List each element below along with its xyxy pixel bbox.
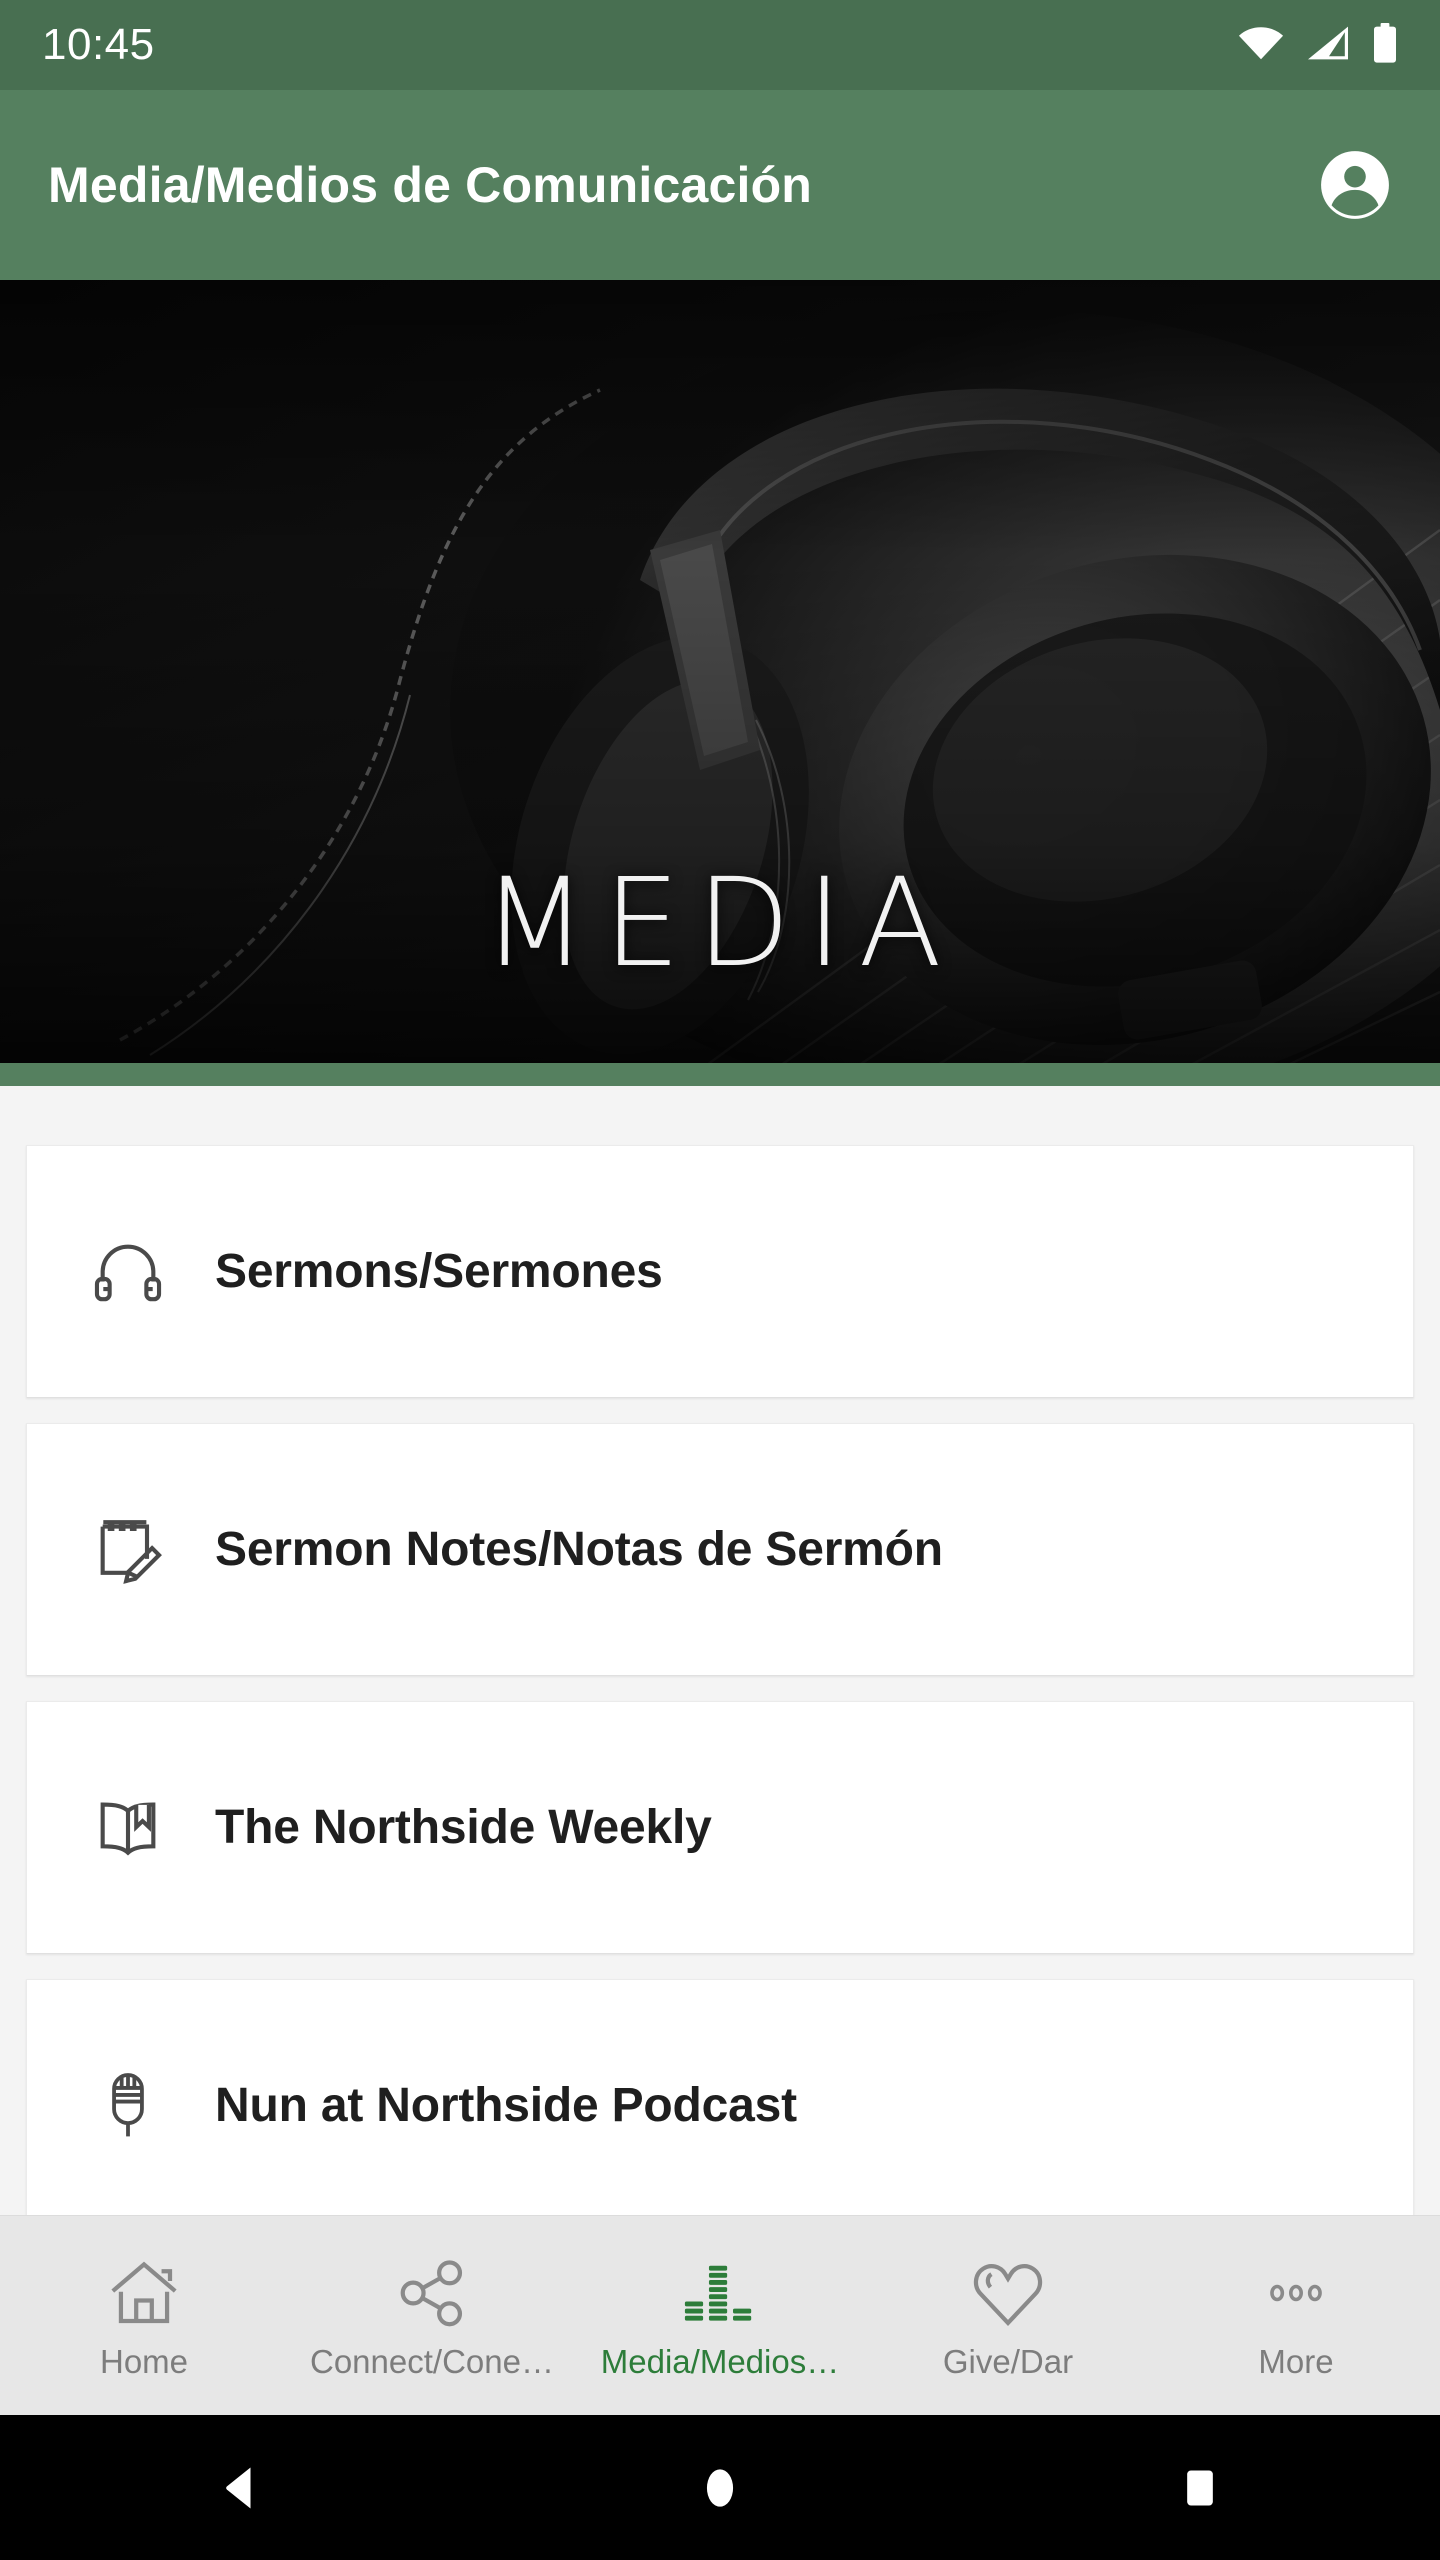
list-item-northside-weekly[interactable]: The Northside Weekly — [26, 1701, 1414, 1954]
app-bar: Media/Medios de Comunicación — [0, 90, 1440, 280]
more-dots-icon — [1257, 2251, 1335, 2329]
list-item-podcast[interactable]: Nun at Northside Podcast — [26, 1979, 1414, 2215]
nav-item-label: More — [1258, 2342, 1334, 2380]
recents-square-icon[interactable] — [1140, 2428, 1260, 2548]
wifi-icon — [1238, 25, 1284, 66]
nav-item-label: Home — [99, 2342, 189, 2380]
headphones-icon — [89, 1229, 167, 1315]
equalizer-icon — [681, 2251, 759, 2329]
share-icon — [393, 2251, 471, 2329]
list-item-label: Sermons/Sermones — [215, 1245, 663, 1298]
nav-item-more[interactable]: More — [1152, 2216, 1440, 2415]
bottom-navigation: Home Connect/Cone… Media/Medios… Give/Da… — [0, 2215, 1440, 2415]
cellular-signal-icon — [1306, 25, 1350, 66]
list-item-label: The Northside Weekly — [215, 1801, 712, 1854]
heart-icon — [969, 2251, 1047, 2329]
nav-item-connect[interactable]: Connect/Cone… — [288, 2216, 576, 2415]
status-bar-clock: 10:45 — [42, 20, 155, 69]
notepad-pencil-icon — [89, 1507, 167, 1593]
microphone-icon — [89, 2063, 167, 2149]
app-screen: 10:45 Media/Medios de Comunicación MEDIA… — [0, 0, 1440, 2560]
home-circle-icon[interactable] — [660, 2428, 780, 2548]
nav-item-media[interactable]: Media/Medios… — [576, 2216, 864, 2415]
nav-item-home[interactable]: Home — [0, 2216, 288, 2415]
list-item-sermons[interactable]: Sermons/Sermones — [26, 1145, 1414, 1398]
list-item-label: Sermon Notes/Notas de Sermón — [215, 1523, 943, 1576]
nav-item-give[interactable]: Give/Dar — [864, 2216, 1152, 2415]
status-bar: 10:45 — [0, 0, 1440, 90]
media-list: Sermons/Sermones Sermon Notes/Notas de S… — [0, 1086, 1440, 2215]
system-navigation-bar — [0, 2415, 1440, 2560]
nav-item-label: Connect/Cone… — [310, 2342, 554, 2380]
nav-item-label: Give/Dar — [942, 2342, 1074, 2380]
home-icon — [105, 2251, 183, 2329]
list-item-label: Nun at Northside Podcast — [215, 2079, 797, 2132]
hero-caption: MEDIA — [482, 852, 958, 994]
status-bar-icons — [1238, 22, 1398, 68]
list-item-sermon-notes[interactable]: Sermon Notes/Notas de Sermón — [26, 1423, 1414, 1676]
hero-divider — [0, 1063, 1440, 1086]
back-triangle-icon[interactable] — [180, 2428, 300, 2548]
page-title: Media/Medios de Comunicación — [48, 157, 813, 213]
open-book-bookmark-icon — [89, 1785, 167, 1871]
nav-item-label: Media/Medios… — [600, 2342, 840, 2380]
account-circle-icon[interactable] — [1318, 148, 1392, 222]
battery-icon — [1372, 22, 1398, 68]
